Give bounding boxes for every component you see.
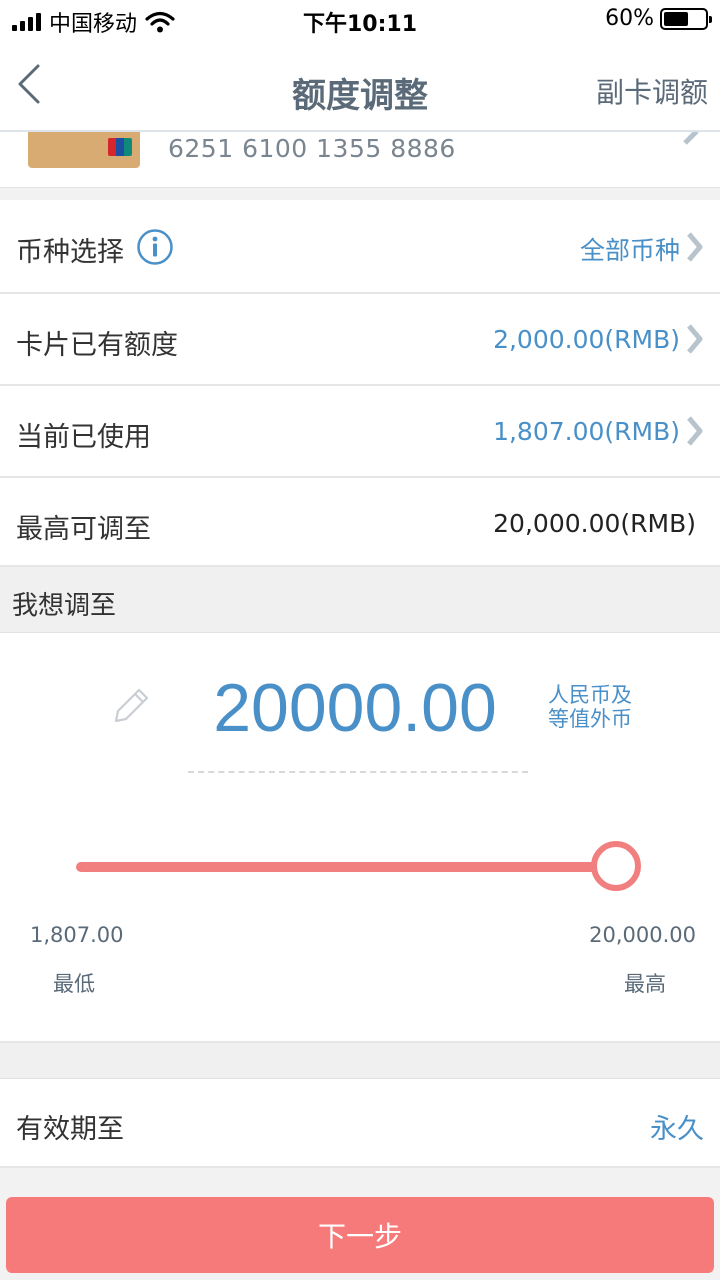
card-info[interactable]: 6251 6100 1355 8886 — [0, 132, 720, 188]
want-adjust-section-label: 我想调至 — [0, 567, 720, 633]
signal-icon — [12, 13, 41, 31]
currency-note-line1: 人民币及 — [548, 683, 632, 707]
used-amount-value: 1,807.00(RMB) — [493, 417, 680, 446]
existing-limit-value: 2,000.00(RMB) — [493, 325, 680, 354]
unionpay-logo-icon — [108, 138, 132, 156]
chevron-right-icon — [687, 232, 703, 262]
slider-min-label: 最低 — [53, 972, 95, 996]
info-icon[interactable] — [136, 228, 174, 266]
used-amount-label: 当前已使用 — [16, 422, 151, 453]
battery-icon — [660, 7, 712, 30]
section-spacer — [0, 1043, 720, 1078]
used-amount-row[interactable]: 当前已使用 1,807.00(RMB) — [0, 386, 720, 478]
currency-note-line2: 等值外币 — [548, 707, 632, 731]
status-right: 60% — [605, 6, 712, 31]
carrier-name: 中国移动 — [49, 12, 138, 37]
card-image — [28, 132, 140, 168]
supplementary-card-adjust-link[interactable]: 副卡调额 — [596, 71, 708, 111]
chevron-right-icon — [687, 324, 703, 354]
currency-note: 人民币及 等值外币 — [548, 683, 632, 731]
existing-limit-row[interactable]: 卡片已有额度 2,000.00(RMB) — [0, 294, 720, 386]
slider-max-label: 最高 — [624, 972, 666, 996]
existing-limit-label: 卡片已有额度 — [16, 330, 178, 361]
max-adjust-label: 最高可调至 — [16, 514, 151, 545]
adjust-panel: 20000.00 人民币及 等值外币 1,807.00 20,000.00 最低… — [0, 633, 720, 1043]
amount-slider-thumb[interactable] — [591, 841, 641, 891]
nav-bar: 额度调整 副卡调额 — [0, 40, 720, 132]
currency-select-value: 全部币种 — [579, 236, 680, 265]
wifi-icon — [145, 11, 175, 33]
amount-input[interactable]: 20000.00 — [190, 669, 520, 747]
slider-min-value: 1,807.00 — [30, 923, 124, 947]
pencil-edit-icon[interactable] — [112, 685, 152, 725]
amount-underline — [188, 771, 528, 773]
next-step-button[interactable]: 下一步 — [6, 1197, 714, 1273]
chevron-right-icon — [687, 416, 703, 446]
slider-max-value: 20,000.00 — [589, 923, 696, 947]
validity-label: 有效期至 — [16, 1114, 124, 1145]
chevron-right-icon — [683, 132, 699, 145]
card-number: 6251 6100 1355 8886 — [168, 134, 456, 163]
currency-select-label: 币种选择 — [16, 237, 124, 268]
amount-slider-track[interactable] — [76, 862, 616, 872]
battery-percent: 60% — [605, 6, 654, 31]
validity-row[interactable]: 有效期至 永久 — [0, 1078, 720, 1168]
back-chevron-icon[interactable] — [10, 62, 50, 106]
status-left: 中国移动 — [12, 6, 175, 38]
validity-value: 永久 — [650, 1114, 704, 1145]
max-adjust-value: 20,000.00(RMB) — [493, 509, 696, 538]
currency-select-row[interactable]: 币种选择 全部币种 — [0, 200, 720, 294]
max-adjust-row: 最高可调至 20,000.00(RMB) — [0, 478, 720, 567]
status-bar: 中国移动 下午10:11 60% — [0, 0, 720, 40]
